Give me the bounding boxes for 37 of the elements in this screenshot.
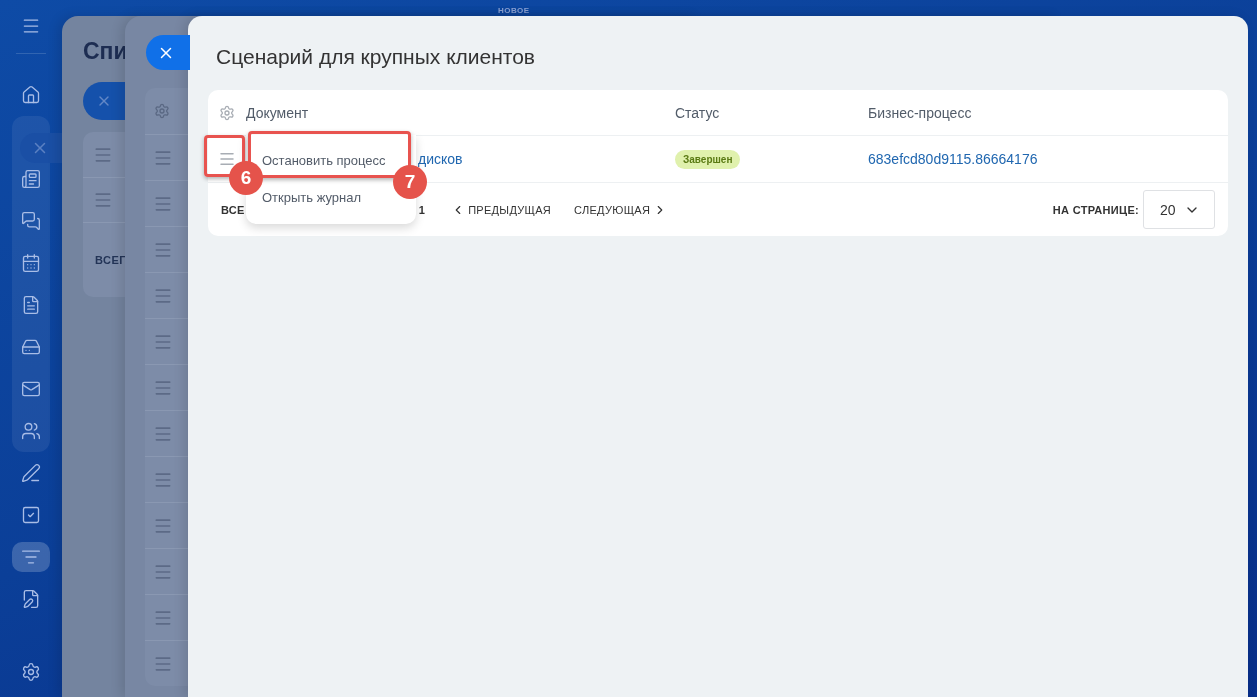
- calendar-icon: [21, 253, 41, 273]
- menu-item[interactable]: Открыть журнал: [262, 189, 362, 207]
- nav-button[interactable]: [12, 542, 50, 572]
- close-tab[interactable]: [146, 35, 190, 70]
- per-page-label: НА СТРАНИЦЕ:: [1052, 203, 1139, 216]
- total-label: ВСЕГ: [95, 254, 127, 266]
- mail-icon: [21, 379, 41, 399]
- tab-label: НОВОЕ: [498, 6, 530, 15]
- pen-icon: [21, 463, 41, 483]
- process-link[interactable]: 683efcd80d9115.86664176: [868, 151, 1228, 167]
- status-badge: Завершен: [675, 149, 741, 169]
- checkbox-icon: [21, 505, 41, 525]
- settings-icon[interactable]: [219, 104, 235, 121]
- next-page-button[interactable]: СЛЕДУЮЩАЯ: [574, 202, 668, 217]
- column-header[interactable]: Бизнес-процесс: [868, 104, 1228, 121]
- drag-handle-icon: [93, 190, 113, 210]
- chat-icon: [21, 211, 41, 231]
- page-number: 1: [418, 203, 426, 216]
- per-page-select[interactable]: 20: [1143, 190, 1215, 229]
- panel-title: Спи: [83, 38, 128, 65]
- newspaper-icon: [21, 169, 41, 189]
- total-label: ВСЕ: [221, 203, 245, 216]
- previous-page-button[interactable]: ПРЕДЫДУЩАЯ: [451, 202, 552, 217]
- row-menu-icon[interactable]: [218, 150, 236, 168]
- document-icon: [21, 295, 41, 315]
- settings-icon: [21, 662, 41, 682]
- close-pill-button[interactable]: [83, 82, 125, 120]
- document-edit-icon: [21, 589, 41, 609]
- column-header[interactable]: Статус: [675, 104, 868, 121]
- drive-icon: [21, 337, 41, 357]
- panel-title: Сценарий для крупных клиентов: [216, 45, 537, 69]
- column-header[interactable]: Документ: [246, 104, 675, 121]
- house-icon: [21, 85, 41, 105]
- gear-icon: [154, 103, 170, 119]
- document-link[interactable]: дисков: [418, 151, 463, 167]
- menu-item[interactable]: Остановить процесс: [262, 152, 386, 170]
- people-icon: [21, 421, 41, 441]
